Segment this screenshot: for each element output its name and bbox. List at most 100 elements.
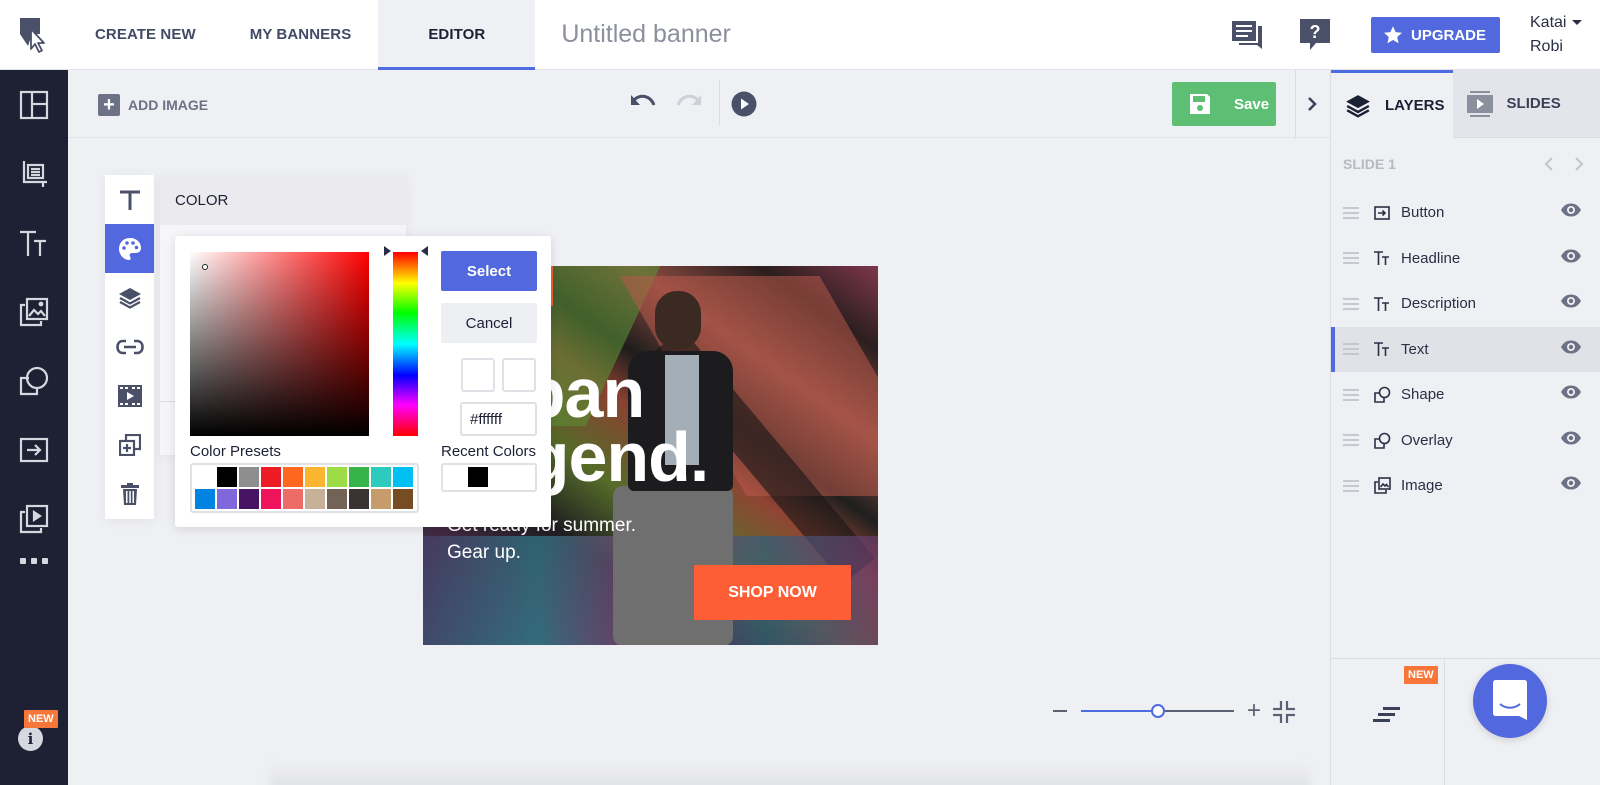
color-preset-swatch[interactable] bbox=[217, 467, 237, 487]
floppy-disk-icon bbox=[1190, 94, 1210, 114]
layer-row[interactable]: Headline bbox=[1331, 236, 1600, 282]
visibility-toggle[interactable] bbox=[1560, 476, 1582, 495]
drag-handle-icon[interactable] bbox=[1343, 343, 1359, 356]
cursor-logo-icon bbox=[20, 17, 45, 53]
drag-handle-icon[interactable] bbox=[1343, 252, 1359, 265]
upgrade-button[interactable]: UPGRADE bbox=[1370, 17, 1500, 53]
sidebar-item-shapes[interactable] bbox=[0, 346, 68, 415]
align-tool-button[interactable] bbox=[1373, 705, 1403, 730]
prop-color-button[interactable] bbox=[105, 224, 154, 273]
prop-link-button[interactable] bbox=[105, 322, 154, 371]
info-button[interactable]: i bbox=[18, 726, 43, 751]
hex-color-input[interactable] bbox=[460, 402, 537, 436]
hue-slider[interactable] bbox=[393, 252, 418, 436]
color-preset-swatch[interactable] bbox=[217, 489, 237, 509]
color-preset-swatch[interactable] bbox=[393, 467, 413, 487]
zoom-out-button[interactable] bbox=[1053, 710, 1067, 712]
visibility-toggle[interactable] bbox=[1560, 249, 1582, 268]
color-preset-swatch[interactable] bbox=[261, 467, 281, 487]
app-logo[interactable] bbox=[0, 0, 68, 70]
save-button[interactable]: Save bbox=[1172, 82, 1276, 126]
feedback-button[interactable] bbox=[1227, 15, 1267, 55]
visibility-toggle[interactable] bbox=[1560, 203, 1582, 222]
banner-title[interactable]: Untitled banner bbox=[561, 20, 731, 49]
sidebar-item-button[interactable] bbox=[0, 415, 68, 484]
zoom-controls: + bbox=[1050, 698, 1310, 724]
more-menu-button[interactable] bbox=[0, 558, 68, 564]
saturation-value-area[interactable] bbox=[190, 252, 369, 436]
banner-cta-button[interactable]: SHOP NOW bbox=[694, 565, 851, 620]
layer-row[interactable]: Image bbox=[1331, 463, 1600, 509]
add-image-button[interactable]: + ADD IMAGE bbox=[98, 94, 208, 116]
color-preset-swatch[interactable] bbox=[371, 467, 391, 487]
color-preset-swatch[interactable] bbox=[261, 489, 281, 509]
fit-to-screen-button[interactable] bbox=[1272, 700, 1296, 729]
color-preset-swatch[interactable] bbox=[327, 489, 347, 509]
color-preset-swatch[interactable] bbox=[327, 467, 347, 487]
color-preset-swatch[interactable] bbox=[393, 489, 413, 509]
support-chat-button[interactable] bbox=[1473, 664, 1547, 738]
zoom-slider[interactable] bbox=[1081, 704, 1234, 718]
sidebar-item-text[interactable] bbox=[0, 208, 68, 277]
sidebar-item-layout[interactable] bbox=[0, 70, 68, 139]
nav-tab-editor[interactable]: EDITOR bbox=[378, 0, 536, 70]
saturation-handle[interactable] bbox=[202, 264, 208, 270]
previous-slide-button[interactable] bbox=[1544, 156, 1554, 172]
drag-handle-icon[interactable] bbox=[1343, 479, 1359, 492]
user-menu[interactable]: Katai Robi bbox=[1530, 11, 1600, 59]
layer-row[interactable]: Overlay bbox=[1331, 418, 1600, 464]
color-preset-swatch[interactable] bbox=[283, 467, 303, 487]
prop-layers-button[interactable] bbox=[105, 273, 154, 322]
sidebar-item-images[interactable] bbox=[0, 277, 68, 346]
color-preset-swatch[interactable] bbox=[239, 489, 259, 509]
image-icon bbox=[1373, 477, 1391, 495]
upgrade-label: UPGRADE bbox=[1410, 26, 1486, 44]
sidebar-item-animation[interactable] bbox=[0, 484, 68, 553]
zoom-slider-handle[interactable] bbox=[1150, 704, 1165, 718]
prop-duplicate-button[interactable] bbox=[105, 420, 154, 469]
prop-animation-button[interactable] bbox=[105, 371, 154, 420]
redo-button[interactable] bbox=[676, 92, 702, 119]
sidebar-item-crop[interactable] bbox=[0, 139, 68, 208]
prop-delete-button[interactable] bbox=[105, 469, 154, 518]
layer-row[interactable]: Text bbox=[1331, 326, 1600, 372]
color-preset-swatch[interactable] bbox=[349, 467, 369, 487]
drag-handle-icon[interactable] bbox=[1343, 434, 1359, 447]
layer-row[interactable]: Shape bbox=[1331, 372, 1600, 418]
nav-tab-my-banners[interactable]: MY BANNERS bbox=[223, 0, 379, 70]
cancel-color-button[interactable]: Cancel bbox=[441, 303, 537, 343]
color-preset-swatch[interactable] bbox=[305, 467, 325, 487]
select-color-button[interactable]: Select bbox=[441, 251, 537, 291]
undo-button[interactable] bbox=[630, 92, 656, 119]
eye-icon bbox=[1561, 203, 1581, 217]
color-preset-swatch[interactable] bbox=[349, 489, 369, 509]
color-preset-swatch[interactable] bbox=[283, 489, 303, 509]
visibility-toggle[interactable] bbox=[1560, 294, 1582, 313]
visibility-toggle[interactable] bbox=[1560, 340, 1582, 359]
recent-color-swatch[interactable] bbox=[468, 467, 488, 487]
visibility-toggle[interactable] bbox=[1560, 431, 1582, 450]
drag-handle-icon[interactable] bbox=[1343, 206, 1359, 219]
layer-row[interactable]: Description bbox=[1331, 281, 1600, 327]
color-preset-swatch[interactable] bbox=[195, 467, 215, 487]
zoom-in-button[interactable]: + bbox=[1247, 699, 1261, 723]
drag-handle-icon[interactable] bbox=[1343, 297, 1359, 310]
prop-text-button[interactable] bbox=[105, 175, 154, 224]
color-preset-swatch[interactable] bbox=[239, 467, 259, 487]
new-badge: NEW bbox=[24, 710, 58, 728]
preview-play-button[interactable] bbox=[731, 91, 757, 122]
collapse-panel-button[interactable] bbox=[1300, 92, 1324, 116]
color-preset-swatch[interactable] bbox=[195, 489, 215, 509]
nav-tab-create-new[interactable]: CREATE NEW bbox=[68, 0, 223, 70]
layer-row[interactable]: Button bbox=[1331, 190, 1600, 236]
next-slide-button[interactable] bbox=[1574, 156, 1584, 172]
help-button[interactable]: ? bbox=[1295, 15, 1335, 55]
color-preset-swatch[interactable] bbox=[305, 489, 325, 509]
tab-layers[interactable]: LAYERS bbox=[1331, 70, 1453, 138]
eye-icon bbox=[1561, 431, 1581, 445]
tab-slides[interactable]: SLIDES bbox=[1452, 70, 1600, 138]
color-preset-swatch[interactable] bbox=[371, 489, 391, 509]
visibility-toggle[interactable] bbox=[1560, 385, 1582, 404]
toolbar-divider bbox=[719, 80, 720, 126]
drag-handle-icon[interactable] bbox=[1343, 388, 1359, 401]
